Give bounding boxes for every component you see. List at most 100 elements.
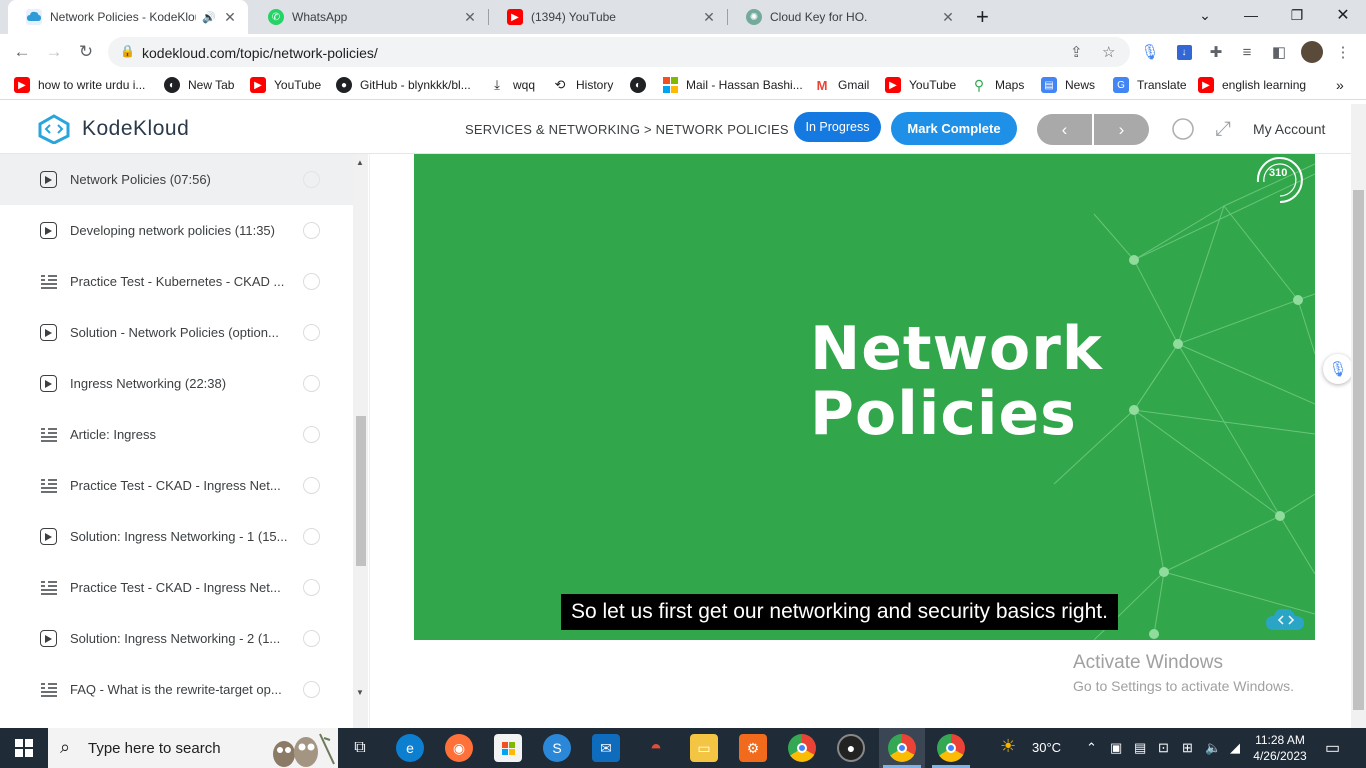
lesson-item[interactable]: Solution: Ingress Networking - 2 (1... bbox=[0, 613, 353, 664]
restore-icon[interactable]: ❐ bbox=[1274, 0, 1320, 30]
completion-circle[interactable] bbox=[303, 273, 320, 290]
download-extension-icon[interactable]: ↓ bbox=[1175, 43, 1193, 61]
url-text[interactable]: kodekloud.com/topic/network-policies/ bbox=[142, 45, 378, 61]
bookmark-item[interactable]: Mail - Hassan Bashi... bbox=[662, 76, 803, 94]
close-icon[interactable]: ✕ bbox=[222, 9, 238, 26]
tray-display-icon[interactable]: ⊞ bbox=[1182, 740, 1193, 756]
lesson-item[interactable]: Article: Ingress bbox=[0, 409, 353, 460]
weather-icon[interactable]: ☀ bbox=[1000, 736, 1016, 757]
bookmark-item[interactable]: ⚲ Maps bbox=[971, 76, 1024, 94]
file-explorer-icon[interactable]: ▭ bbox=[690, 734, 718, 762]
lesson-item[interactable]: FAQ - What is the rewrite-target op... bbox=[0, 664, 353, 715]
next-lesson-button[interactable]: › bbox=[1094, 114, 1149, 145]
red-app-icon[interactable]: ◓ bbox=[642, 734, 670, 762]
chrome-profile-icon[interactable] bbox=[888, 734, 916, 762]
bookmark-item[interactable]: ▶ how to write urdu i... bbox=[14, 76, 145, 94]
scroll-down-arrow-icon[interactable]: ▼ bbox=[356, 688, 364, 697]
completion-circle[interactable] bbox=[303, 528, 320, 545]
previous-lesson-button[interactable]: ‹ bbox=[1037, 114, 1092, 145]
lesson-item[interactable]: Solution - Network Policies (option... bbox=[0, 307, 353, 358]
media-control-icon[interactable]: ≡ bbox=[1238, 43, 1256, 61]
tray-network-adapter-icon[interactable]: ▣ bbox=[1110, 740, 1122, 756]
mail-icon[interactable]: ✉ bbox=[592, 734, 620, 762]
tab-youtube[interactable]: ▶ (1394) YouTube ✕ bbox=[489, 0, 727, 34]
volume-icon[interactable]: 🔈 bbox=[1205, 740, 1221, 756]
back-icon[interactable]: ← bbox=[8, 38, 36, 66]
tab-chatgpt[interactable]: ✺ Cloud Key for HO. ✕ bbox=[728, 0, 966, 34]
bookmark-item[interactable]: ◐ New Tab bbox=[164, 76, 234, 94]
lesson-item[interactable]: Ingress Networking (22:38) bbox=[0, 358, 353, 409]
lesson-item[interactable]: Developing network policies (11:35) bbox=[0, 205, 353, 256]
tab-kodekloud[interactable]: Network Policies - KodeKlou 🔊 ✕ bbox=[8, 0, 248, 34]
close-icon[interactable]: ✕ bbox=[701, 9, 717, 26]
bookmarks-overflow-icon[interactable]: » bbox=[1336, 76, 1344, 94]
lesson-item[interactable]: Practice Test - Kubernetes - CKAD ... bbox=[0, 256, 353, 307]
bookmark-item[interactable]: ▶ english learning bbox=[1198, 76, 1306, 94]
video-player[interactable]: Network Policies So let us first get our… bbox=[414, 154, 1315, 640]
close-icon[interactable]: ✕ bbox=[940, 9, 956, 26]
completion-circle[interactable] bbox=[303, 630, 320, 647]
settings-gear-icon[interactable]: ⚙ bbox=[739, 734, 767, 762]
reload-icon[interactable]: ↻ bbox=[72, 38, 100, 66]
kodekloud-logo[interactable]: KodeKloud bbox=[34, 114, 189, 144]
microsoft-store-icon[interactable] bbox=[494, 734, 522, 762]
completion-circle[interactable] bbox=[303, 426, 320, 443]
taskbar-search-box[interactable]: ⌕ Type here to search bbox=[48, 728, 338, 768]
tab-whatsapp[interactable]: ✆ WhatsApp ✕ bbox=[250, 0, 488, 34]
task-view-icon[interactable]: ⧉ bbox=[346, 734, 374, 762]
system-clock[interactable]: 11:28 AM 4/26/2023 bbox=[1250, 732, 1310, 764]
firefox-icon[interactable]: ◉ bbox=[445, 734, 473, 762]
tab-search-icon[interactable]: ⌄ bbox=[1182, 0, 1228, 30]
bookmark-item[interactable]: G Translate bbox=[1113, 76, 1187, 94]
temperature[interactable]: 30°C bbox=[1032, 740, 1061, 755]
bookmark-item[interactable]: ▶ YouTube bbox=[250, 76, 321, 94]
share-icon[interactable]: ⇪ bbox=[1070, 43, 1083, 61]
fullscreen-icon[interactable]: ⤢ bbox=[1210, 116, 1236, 142]
in-progress-button[interactable]: In Progress bbox=[794, 112, 881, 142]
new-tab-button[interactable]: + bbox=[976, 4, 989, 30]
forward-icon[interactable]: → bbox=[40, 38, 68, 66]
skype-icon[interactable]: S bbox=[543, 734, 571, 762]
mark-complete-button[interactable]: Mark Complete bbox=[891, 112, 1017, 145]
camera-app-icon[interactable]: ● bbox=[837, 734, 865, 762]
extensions-puzzle-icon[interactable]: ✚ bbox=[1207, 43, 1225, 61]
scroll-up-arrow-icon[interactable]: ▲ bbox=[356, 158, 364, 167]
chrome-icon[interactable] bbox=[788, 734, 816, 762]
bookmark-item[interactable]: ⟲ History bbox=[552, 76, 614, 94]
chrome-profile-icon[interactable] bbox=[937, 734, 965, 762]
side-panel-icon[interactable]: ◧ bbox=[1270, 43, 1288, 61]
completion-circle[interactable] bbox=[303, 171, 320, 188]
voice-microphone-icon[interactable]: 🎙 bbox=[1323, 354, 1353, 384]
bookmark-star-icon[interactable]: ☆ bbox=[1102, 43, 1115, 61]
bookmark-item[interactable]: ● GitHub - blynkkk/bl... bbox=[336, 76, 471, 94]
lesson-item[interactable]: Practice Test - CKAD - Ingress Net... bbox=[0, 562, 353, 613]
lesson-item[interactable]: Solution: Ingress Networking - 1 (15... bbox=[0, 511, 353, 562]
notifications-icon[interactable]: ▭ bbox=[1325, 738, 1340, 758]
completion-circle[interactable] bbox=[303, 324, 320, 341]
bookmark-item[interactable]: ▶ YouTube bbox=[885, 76, 956, 94]
lock-icon[interactable]: 🔒 bbox=[120, 44, 135, 58]
speaker-icon[interactable]: 🔊 bbox=[202, 11, 216, 24]
lesson-item[interactable]: Practice Test - CKAD - Ingress Net... bbox=[0, 460, 353, 511]
completion-circle[interactable] bbox=[303, 222, 320, 239]
wifi-icon[interactable]: ◢ bbox=[1230, 740, 1240, 756]
microphone-extension-icon[interactable]: 🎙 bbox=[1140, 43, 1159, 61]
completion-circle[interactable] bbox=[303, 477, 320, 494]
tray-device-icon[interactable]: ▤ bbox=[1134, 740, 1146, 756]
edge-icon[interactable]: e bbox=[396, 734, 424, 762]
dark-mode-icon[interactable] bbox=[1170, 116, 1196, 142]
bookmark-item[interactable]: M Gmail bbox=[814, 76, 870, 94]
completion-circle[interactable] bbox=[303, 681, 320, 698]
menu-kebab-icon[interactable]: ⋮ bbox=[1334, 43, 1352, 61]
page-scrollbar-thumb[interactable] bbox=[1353, 190, 1364, 710]
completion-circle[interactable] bbox=[303, 579, 320, 596]
lesson-item[interactable]: Network Policies (07:56) bbox=[0, 154, 353, 205]
bookmark-item[interactable]: ⤓ wqq bbox=[489, 76, 535, 94]
my-account-link[interactable]: My Account bbox=[1253, 121, 1325, 137]
profile-avatar[interactable] bbox=[1301, 41, 1323, 63]
window-close-icon[interactable]: ✕ bbox=[1320, 0, 1366, 30]
tray-usb-icon[interactable]: ⊡ bbox=[1158, 740, 1169, 756]
bookmark-item[interactable]: ◐ bbox=[630, 76, 654, 94]
minimize-icon[interactable]: — bbox=[1228, 0, 1274, 30]
sidebar-scrollbar-thumb[interactable] bbox=[356, 416, 366, 566]
